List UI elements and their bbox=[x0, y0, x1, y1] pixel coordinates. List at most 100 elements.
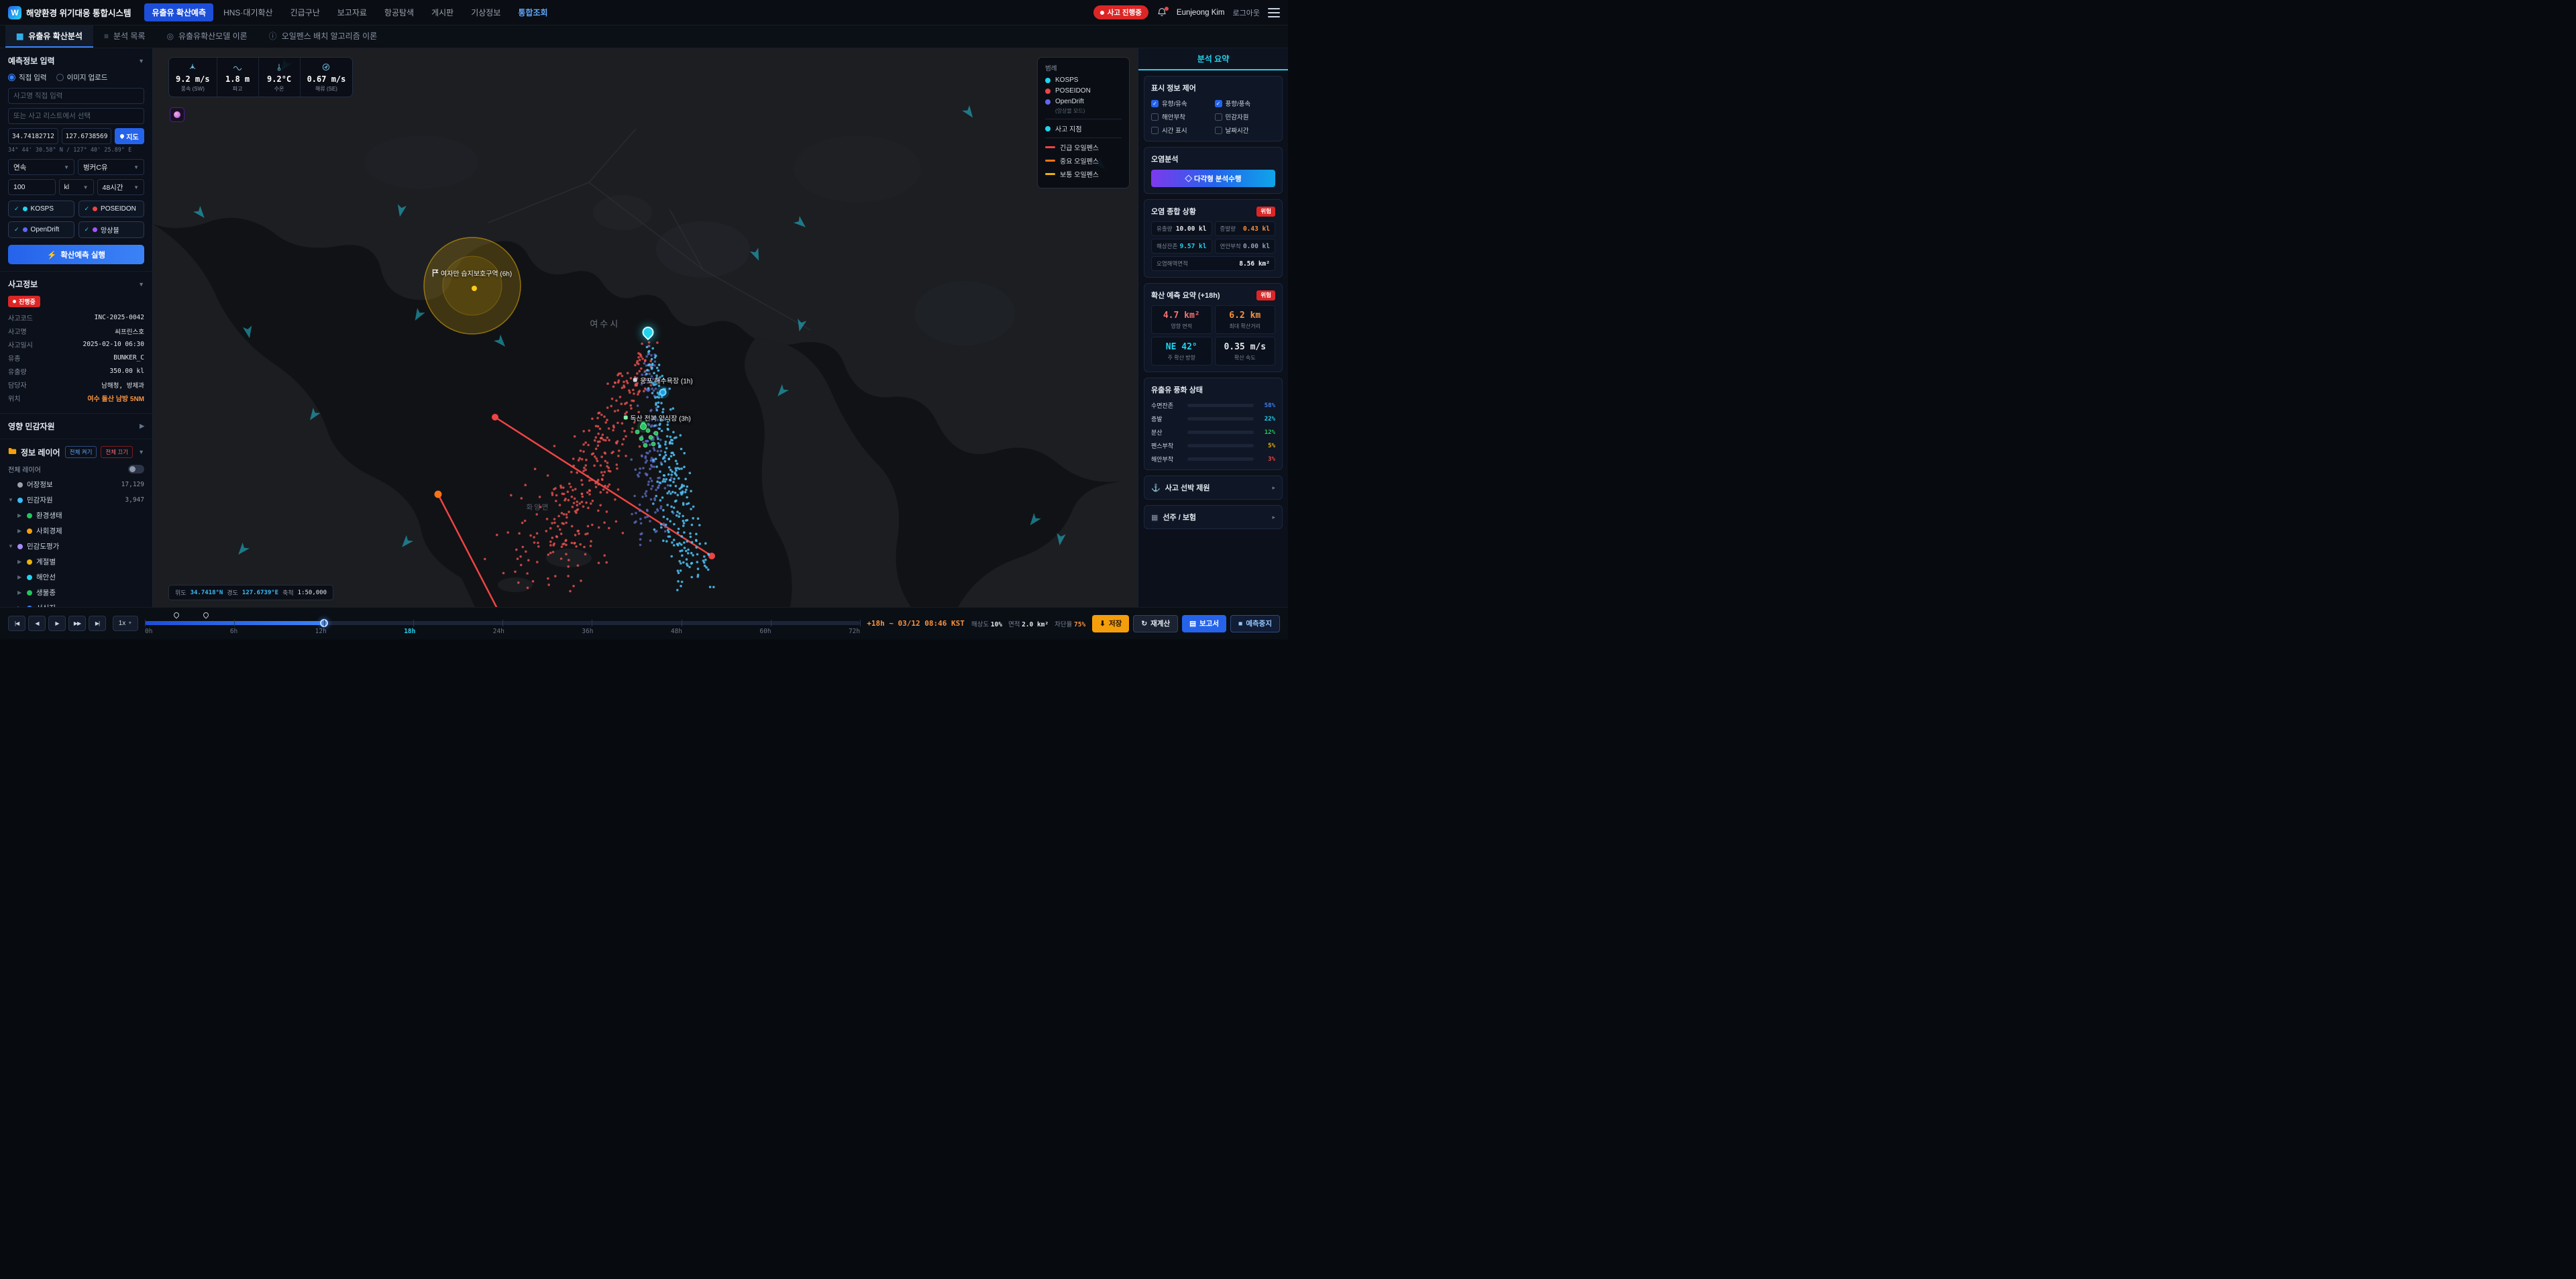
weathering-bar-fence: 펜스부착5% bbox=[1151, 441, 1275, 450]
weathering-bar-dispersion: 분산12% bbox=[1151, 428, 1275, 437]
tab-model-theory[interactable]: ◎유출유확산모델 이론 bbox=[156, 25, 258, 48]
checkbox-wind-vector[interactable]: ✓풍향/풍속 bbox=[1215, 99, 1276, 108]
pollution-status-card: 오염 종합 상황 위험 유출량10.00 kl 증발량0.43 kl 해상잔존9… bbox=[1144, 199, 1283, 278]
layer-item-socioeconomic[interactable]: ▶사회경제 bbox=[8, 523, 144, 539]
report-button[interactable]: ▤보고서 bbox=[1182, 615, 1226, 632]
release-type-select[interactable]: 연속▼ bbox=[8, 159, 74, 175]
nav-item-aerial-search[interactable]: 항공탐색 bbox=[377, 3, 421, 21]
owner-insurance-card[interactable]: ▦ 선주 / 보험 ▸ bbox=[1144, 505, 1283, 529]
layer-item-species[interactable]: ▶생물종 bbox=[8, 585, 144, 600]
logout-button[interactable]: 로그아웃 bbox=[1233, 7, 1260, 18]
all-layers-on-button[interactable]: 전체 켜기 bbox=[65, 446, 97, 458]
unit-select[interactable]: kl▼ bbox=[59, 179, 94, 195]
checkbox-datetime[interactable]: 날짜시간 bbox=[1215, 125, 1276, 135]
notification-bell-icon[interactable] bbox=[1157, 7, 1169, 19]
incident-name-input[interactable] bbox=[8, 88, 144, 104]
layer-item-sensitivity-index[interactable]: ▼민감도평가 bbox=[8, 539, 144, 554]
latitude-input[interactable] bbox=[8, 128, 58, 144]
polygon-analysis-button[interactable]: ◇ 다각형 분석수행 bbox=[1151, 170, 1275, 187]
legend-line-icon bbox=[1045, 160, 1055, 162]
aquafarm-marker[interactable] bbox=[640, 423, 647, 430]
step-back-button[interactable]: ◀ bbox=[28, 616, 46, 631]
beach-marker[interactable] bbox=[659, 389, 667, 396]
layer-item-sensitive-resources[interactable]: ▼민감자원3,947 bbox=[8, 492, 144, 508]
oil-type-select[interactable]: 벙커C유▼ bbox=[78, 159, 144, 175]
checkbox-time-display[interactable]: 시간 표시 bbox=[1151, 125, 1212, 135]
timeline-event-marker[interactable] bbox=[203, 611, 210, 618]
incident-list-select-input[interactable] bbox=[8, 108, 144, 124]
status-dot-icon bbox=[13, 300, 16, 303]
tab-analysis-summary[interactable]: 분석 요약 bbox=[1138, 48, 1288, 70]
layer-item-eco[interactable]: ▶환경생태 bbox=[8, 508, 144, 523]
nav-item-board[interactable]: 게시판 bbox=[424, 3, 461, 21]
model-toggle-ensemble[interactable]: ✓앙상블 bbox=[78, 221, 145, 238]
weathering-card: 유출유 풍화 상태 수면잔존58% 증발22% 분산12% 펜스부착5% 해안부… bbox=[1144, 378, 1283, 470]
affected-resources-header[interactable]: 영향 민감자원▶ bbox=[8, 421, 144, 432]
nav-item-rescue[interactable]: 긴급구난 bbox=[283, 3, 327, 21]
checkbox-shore-adhesion[interactable]: 해안부착 bbox=[1151, 112, 1212, 121]
stop-prediction-button[interactable]: ■예측중지 bbox=[1230, 615, 1280, 632]
action-buttons: ⬇저장 ↻재계산 ▤보고서 ■예측중지 bbox=[1092, 615, 1280, 632]
model-color-dot bbox=[93, 227, 97, 232]
layer-item-fisheries[interactable]: 어장정보17,129 bbox=[8, 477, 144, 492]
tab-boom-algorithm-theory[interactable]: ⓘ오일펜스 배치 알고리즘 이론 bbox=[258, 25, 388, 48]
topbar-right: 사고 진행중 Eunjeong Kim 로그아웃 bbox=[1093, 5, 1280, 19]
caret-right-icon: ▶ bbox=[17, 512, 23, 518]
legend-line-icon bbox=[1045, 146, 1055, 148]
layer-item-seasonal[interactable]: ▶계절별 bbox=[8, 554, 144, 569]
forecast-affected-area: 4.7 km²영향 면적 bbox=[1151, 305, 1212, 334]
master-layer-row: 전체 레이어 bbox=[8, 464, 144, 474]
hamburger-menu-icon[interactable] bbox=[1268, 8, 1280, 17]
tab-analysis-list[interactable]: ≡분석 목록 bbox=[93, 25, 156, 48]
save-button[interactable]: ⬇저장 bbox=[1092, 615, 1129, 632]
skip-end-button[interactable]: ▶| bbox=[89, 616, 106, 631]
recalculate-button[interactable]: ↻재계산 bbox=[1133, 615, 1178, 632]
tab-spill-analysis[interactable]: ▦유출유 확산분석 bbox=[5, 25, 93, 48]
map-legend: 범례 KOSPS POSEIDON OpenDrift (앙상블 모드) 사고 … bbox=[1037, 57, 1130, 188]
prediction-input-header[interactable]: 예측정보 입력▼ bbox=[8, 55, 144, 66]
run-prediction-button[interactable]: ⚡확산예측 실행 bbox=[8, 245, 144, 264]
model-toggle-kosps[interactable]: ✓KOSPS bbox=[8, 201, 74, 217]
playback-speed-select[interactable]: 1x▼ bbox=[113, 616, 138, 631]
map-canvas[interactable]: 여수시 화양면 여자만 습지보호구역 (6h) 웅포 해수욕장 (1h) 독산 … bbox=[153, 48, 1138, 607]
incident-row: 위치여수 돌산 남방 5NM bbox=[8, 393, 144, 403]
pick-on-map-button[interactable]: 지도 bbox=[115, 128, 144, 144]
incident-info-header[interactable]: 사고정보▼ bbox=[8, 278, 144, 290]
play-button[interactable]: ▶ bbox=[48, 616, 66, 631]
map-style-tool-button[interactable] bbox=[170, 107, 184, 122]
radio-direct-input[interactable]: 직접 입력 bbox=[8, 72, 47, 82]
model-toggle-opendrift[interactable]: ✓OpenDrift bbox=[8, 221, 74, 238]
incident-status-badge: 진행중 bbox=[8, 296, 40, 307]
timeline-slider[interactable]: 0h6h12h18h24h36h48h60h72h bbox=[145, 612, 860, 636]
nav-item-hns[interactable]: HNS·대기확산 bbox=[216, 3, 280, 21]
checkbox-on-icon: ✓ bbox=[1215, 100, 1222, 107]
info-layers-header[interactable]: 정보 레이어 전체 켜기 전체 끄기 ▼ bbox=[8, 446, 144, 458]
caret-right-icon: ▶ bbox=[17, 559, 23, 565]
nav-item-weather[interactable]: 기상정보 bbox=[464, 3, 508, 21]
layer-item-habitat[interactable]: ▶서식지 bbox=[8, 600, 144, 607]
layer-item-coastline[interactable]: ▶해안선 bbox=[8, 569, 144, 585]
nav-item-oil-spill-prediction[interactable]: 유출유 확산예측 bbox=[144, 3, 213, 21]
top-navbar: W 해양환경 위기대응 통합시스템 유출유 확산예측 HNS·대기확산 긴급구난… bbox=[0, 0, 1288, 25]
forecast-speed: 0.35 m/s확산 속도 bbox=[1215, 337, 1276, 366]
vessel-spec-card[interactable]: ⚓ 사고 선박 제원 ▸ bbox=[1144, 476, 1283, 500]
master-layer-toggle[interactable] bbox=[128, 465, 144, 474]
timeline-event-marker[interactable] bbox=[172, 611, 180, 618]
fast-forward-button[interactable]: ▶▶ bbox=[68, 616, 86, 631]
stop-icon: ■ bbox=[1238, 620, 1242, 628]
all-layers-off-button[interactable]: 전체 끄기 bbox=[101, 446, 133, 458]
incident-active-badge[interactable]: 사고 진행중 bbox=[1093, 5, 1148, 19]
duration-select[interactable]: 48시간▼ bbox=[97, 179, 145, 195]
amount-input[interactable] bbox=[8, 179, 56, 195]
model-toggle-poseidon[interactable]: ✓POSEIDON bbox=[78, 201, 145, 217]
skip-start-button[interactable]: |◀ bbox=[8, 616, 25, 631]
radio-image-upload[interactable]: 이미지 업로드 bbox=[56, 72, 108, 82]
nav-item-integrated-search[interactable]: 통합조회 bbox=[511, 3, 555, 21]
pollution-analysis-title: 오염분석 bbox=[1151, 154, 1275, 164]
nav-item-reports[interactable]: 보고자료 bbox=[330, 3, 374, 21]
longitude-input[interactable] bbox=[62, 128, 112, 144]
chevron-right-icon: ▸ bbox=[1272, 484, 1275, 492]
checkbox-sensitive-resources[interactable]: 민감자원 bbox=[1215, 112, 1276, 121]
user-name: Eunjeong Kim bbox=[1177, 9, 1225, 17]
checkbox-current-vector[interactable]: ✓유향/유속 bbox=[1151, 99, 1212, 108]
